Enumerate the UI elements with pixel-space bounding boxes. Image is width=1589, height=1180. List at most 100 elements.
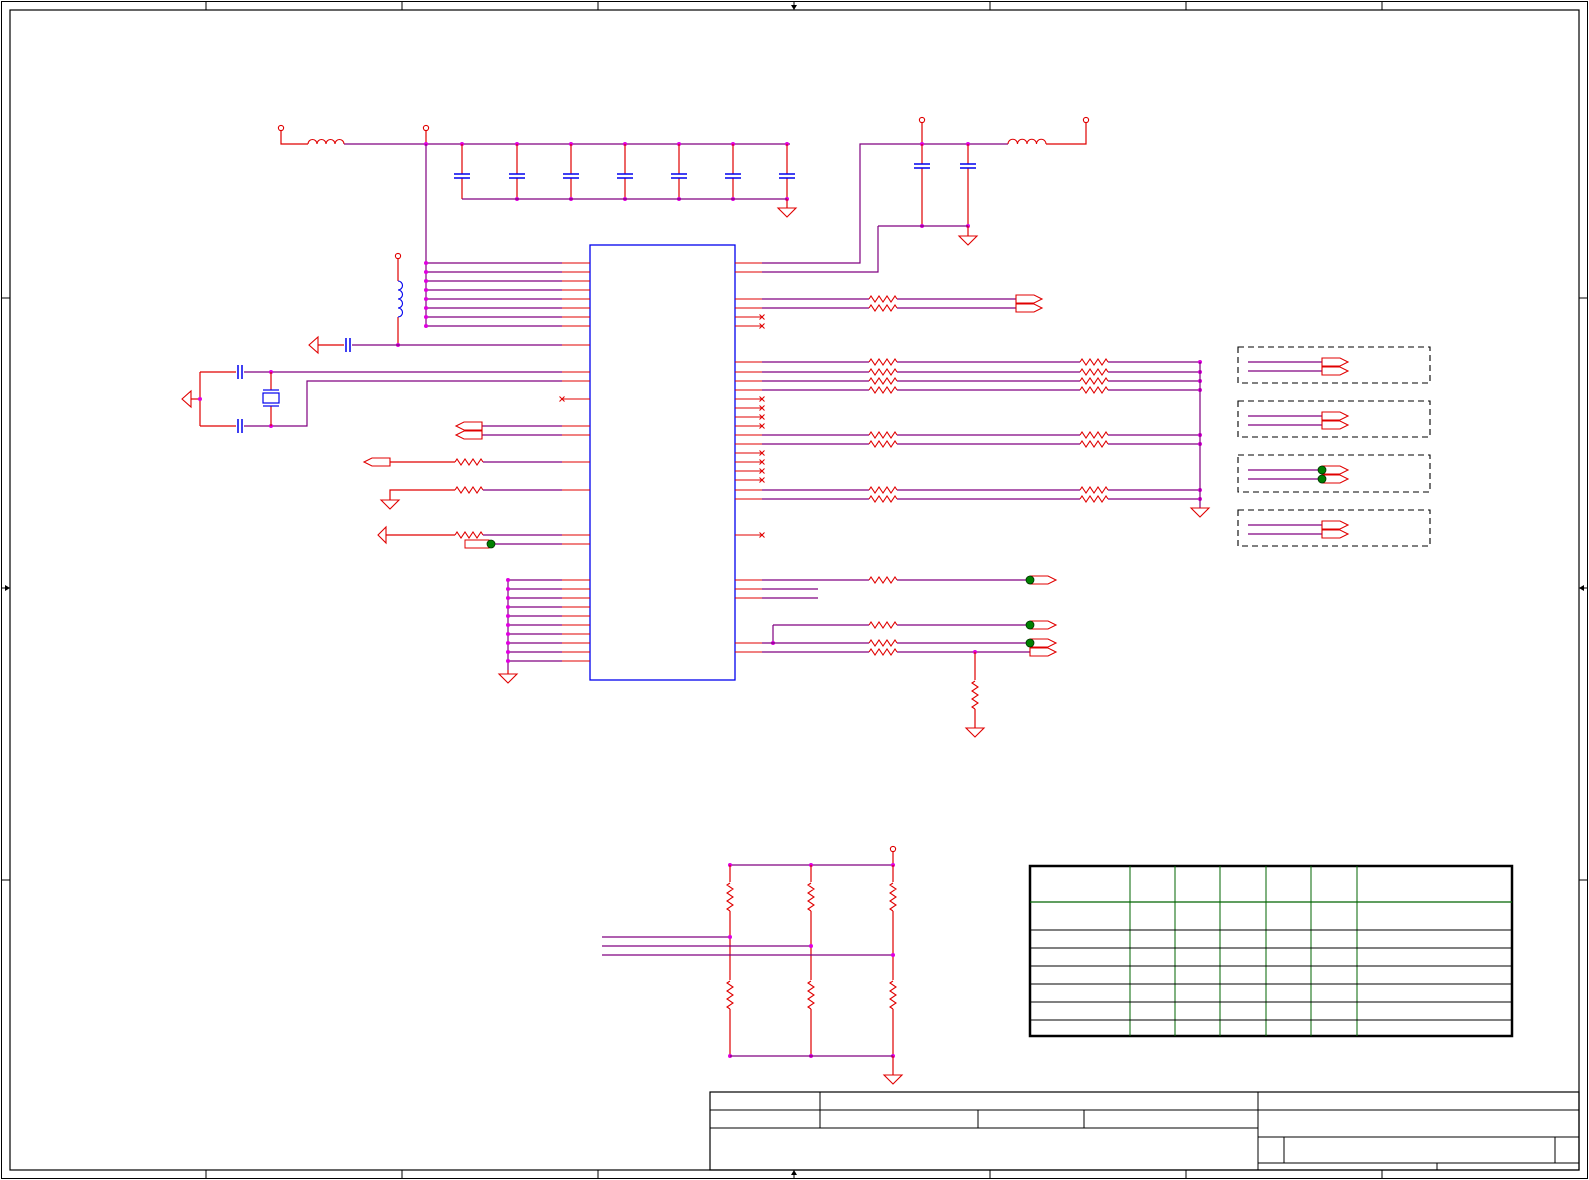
center-mark-icon [1579,585,1584,591]
resistor-icon [807,980,815,1010]
off-sheet-port-icon [454,421,483,431]
off-sheet-port-icon [1321,529,1350,539]
junction-dot [891,953,895,957]
junction-dot [424,315,428,319]
ground-icon [882,1074,904,1085]
junction-dot [506,623,510,627]
off-sheet-port-icon [454,430,483,440]
capacitor-icon [671,173,687,179]
junction-dot [506,659,510,663]
off-sheet-port-icon [1321,366,1350,376]
resistor-icon [1079,486,1109,494]
ic-body [589,244,736,681]
junction-dot [506,587,510,591]
junction-dot [809,944,813,948]
option-box [1237,509,1431,547]
ground-icon [181,389,192,409]
option-box [1237,400,1431,438]
inductor-icon [307,138,345,145]
resistor-icon [1079,377,1109,385]
test-point-icon [1025,638,1035,648]
resistor-icon [868,621,898,629]
title-block-frame [709,1091,1580,1171]
off-sheet-port-icon [1015,303,1044,313]
test-point-icon [1025,620,1035,630]
test-point-icon [1317,465,1327,475]
inductor-icon [397,280,404,318]
capacitor-icon [509,173,525,179]
resistor-icon [1079,368,1109,376]
junction-dot [424,297,428,301]
ground-icon [1189,507,1211,518]
center-mark-icon [5,585,10,591]
capacitor-icon [725,173,741,179]
wire [1046,123,1087,145]
junction-dot [424,306,428,310]
junction-dot [424,324,428,328]
junction-dot [506,578,510,582]
resistor-icon [1079,431,1109,439]
power-pin-icon [918,116,926,124]
resistor-icon [1079,495,1109,503]
off-sheet-port-icon [1321,520,1350,530]
junction-dot [506,605,510,609]
off-sheet-port-icon [1029,647,1058,657]
test-point-icon [1025,575,1035,585]
resistor-icon [868,368,898,376]
off-sheet-port-icon [464,539,490,549]
junction-dot [506,614,510,618]
capacitor-icon [563,173,579,179]
resistor-icon [889,980,897,1010]
table-border [1028,864,1514,1038]
capacitor-icon [237,365,243,379]
test-point-icon [486,539,496,549]
off-sheet-port-icon [362,457,391,467]
power-pin-icon [889,845,897,853]
junction-dot [728,935,732,939]
center-mark-icon [791,5,797,10]
resistor-icon [868,358,898,366]
off-sheet-port-icon [1321,357,1350,367]
crystal-icon [262,392,280,404]
wire [389,489,455,500]
junction-dot [506,632,510,636]
resistor-icon [868,377,898,385]
resistor-icon [868,304,898,312]
strap-table [1028,864,1514,1038]
resistor-icon [868,486,898,494]
resistor-icon [454,458,484,466]
junction-dot [424,288,428,292]
components [181,116,1431,1085]
junction-dot [424,279,428,283]
wires [191,123,1322,1075]
resistor-icon [807,882,815,912]
ground-icon [957,235,979,246]
junction-dot [424,261,428,265]
schematic-sheet [1,1,1588,1179]
junction-dot [506,650,510,654]
ground-icon [377,525,387,545]
resistor-icon [868,386,898,394]
resistor-icon [1079,358,1109,366]
wire [280,131,308,145]
resistor-icon [971,680,979,710]
test-point-icon [1317,474,1327,484]
resistor-icon [868,639,898,647]
capacitor-icon [960,163,976,169]
ground-icon [308,335,319,355]
capacitor-icon [345,338,351,352]
resistor-icon [889,882,897,912]
power-pin-icon [1082,116,1090,124]
resistor-icon [868,440,898,448]
capacitor-icon [237,419,243,433]
ground-icon [379,499,401,510]
junction-dot [198,397,202,401]
resistor-icon [726,882,734,912]
ground-icon [964,727,986,738]
off-sheet-port-icon [1321,411,1350,421]
junction-dot [424,270,428,274]
power-pin-icon [394,252,402,260]
capacitor-icon [779,173,795,179]
resistor-icon [1079,440,1109,448]
wire [762,143,1008,264]
